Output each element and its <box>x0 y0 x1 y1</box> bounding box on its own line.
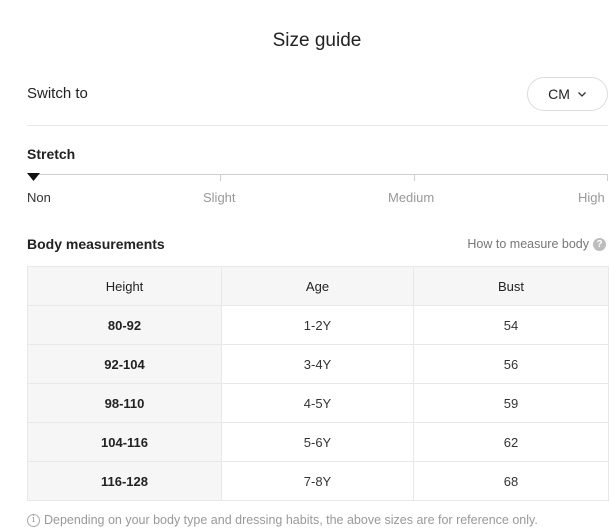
bust-cell: 68 <box>413 461 609 501</box>
table-row: 104-116 5-6Y 62 <box>27 422 609 462</box>
chevron-down-icon <box>577 91 586 97</box>
body-measurements-title: Body measurements <box>27 236 165 252</box>
stretch-tick <box>414 174 415 181</box>
table-row: 92-104 3-4Y 56 <box>27 344 609 384</box>
age-cell: 1-2Y <box>221 305 414 345</box>
stretch-level-medium: Medium <box>388 190 435 205</box>
table-row: 80-92 1-2Y 54 <box>27 305 609 345</box>
stretch-tick <box>607 174 608 181</box>
table-row: 116-128 7-8Y 68 <box>27 461 609 501</box>
height-cell: 92-104 <box>27 344 222 384</box>
unit-value: CM <box>548 85 570 102</box>
size-table: Height Age Bust 80-92 1-2Y 54 92-104 3-4… <box>27 266 609 501</box>
stretch-level-non: Non <box>27 190 51 205</box>
unit-select[interactable]: CM <box>527 76 608 111</box>
age-cell: 4-5Y <box>221 383 414 423</box>
height-cell: 80-92 <box>27 305 222 345</box>
stretch-marker-icon <box>27 173 40 181</box>
stretch-track <box>33 174 608 175</box>
unit-switch-row: Switch to CM <box>27 75 608 112</box>
bust-cell: 56 <box>413 344 609 384</box>
stretch-level-high: High <box>578 190 605 205</box>
height-cell: 104-116 <box>27 422 222 462</box>
table-header-row: Height Age Bust <box>27 266 609 306</box>
age-cell: 3-4Y <box>221 344 414 384</box>
bust-cell: 59 <box>413 383 609 423</box>
column-header-bust: Bust <box>413 266 609 306</box>
footnote-text: Depending on your body type and dressing… <box>44 513 538 527</box>
bust-cell: 54 <box>413 305 609 345</box>
help-icon: ? <box>593 237 606 251</box>
bust-cell: 62 <box>413 422 609 462</box>
table-row: 98-110 4-5Y 59 <box>27 383 609 423</box>
size-guide-panel: Size guide Switch to CM Stretch Non Slig… <box>0 0 610 530</box>
stretch-tick <box>220 174 221 181</box>
height-cell: 116-128 <box>27 461 222 501</box>
how-to-measure-link[interactable]: How to measure body ? <box>467 237 606 251</box>
column-header-height: Height <box>27 266 222 306</box>
stretch-title: Stretch <box>27 146 76 162</box>
switch-label: Switch to <box>27 85 88 102</box>
footnote: i Depending on your body type and dressi… <box>27 513 538 527</box>
height-cell: 98-110 <box>27 383 222 423</box>
page-title: Size guide <box>272 30 362 51</box>
stretch-level-slight: Slight <box>203 190 236 205</box>
age-cell: 5-6Y <box>221 422 414 462</box>
info-icon: i <box>27 513 40 527</box>
age-cell: 7-8Y <box>221 461 414 501</box>
how-to-measure-label: How to measure body <box>467 237 589 251</box>
column-header-age: Age <box>221 266 414 306</box>
divider <box>27 125 608 126</box>
